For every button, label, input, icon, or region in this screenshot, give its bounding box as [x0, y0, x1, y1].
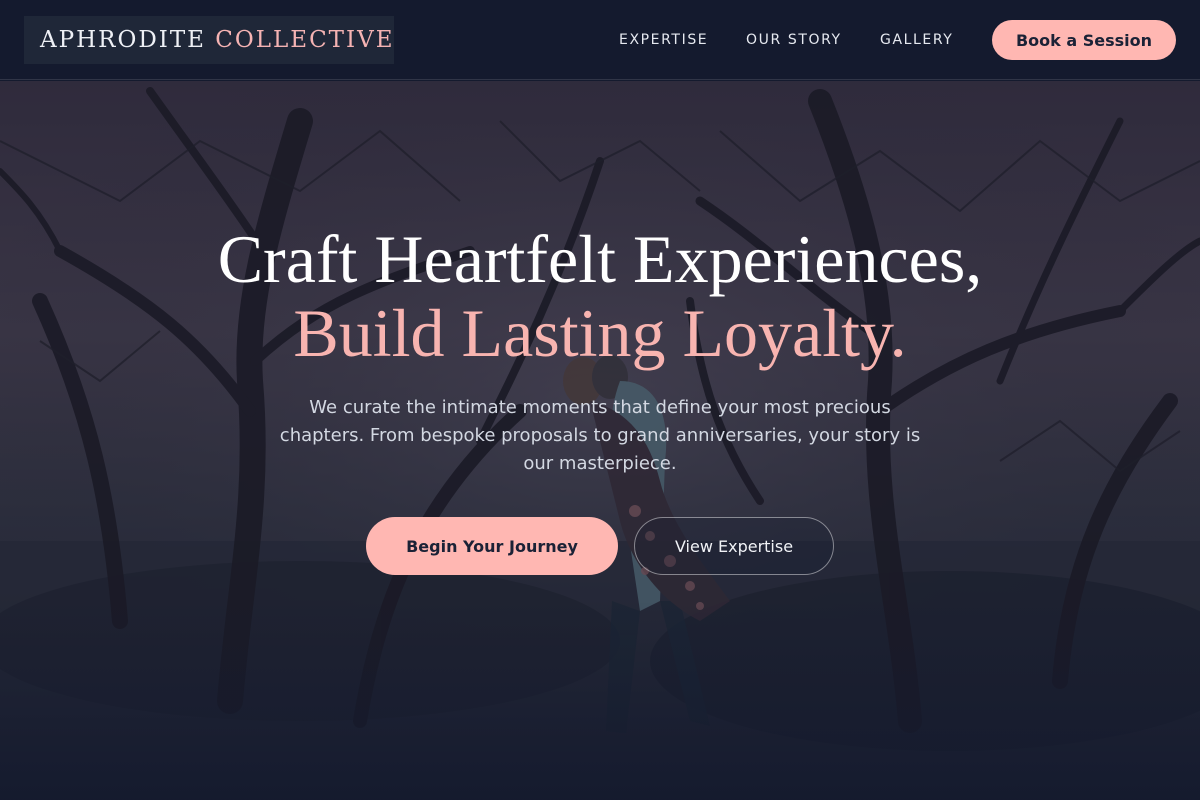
landing-page: APHRODITE COLLECTIVE EXPERTISE OUR STORY…: [0, 0, 1200, 800]
nav-link-expertise[interactable]: EXPERTISE: [619, 30, 708, 50]
hero-headline-line1: Craft Heartfelt Experiences,: [217, 221, 983, 297]
begin-journey-button[interactable]: Begin Your Journey: [366, 517, 618, 575]
nav-link-our-story[interactable]: OUR STORY: [746, 30, 842, 50]
view-expertise-button[interactable]: View Expertise: [634, 517, 834, 575]
top-navigation-bar: APHRODITE COLLECTIVE EXPERTISE OUR STORY…: [0, 0, 1200, 80]
hero-headline: Craft Heartfelt Experiences, Build Lasti…: [0, 222, 1200, 370]
brand-name-part2: COLLECTIVE: [215, 27, 395, 53]
brand-logo[interactable]: APHRODITE COLLECTIVE: [24, 16, 394, 64]
brand-name-part1: APHRODITE: [40, 27, 206, 53]
nav-link-gallery[interactable]: GALLERY: [880, 30, 953, 50]
book-session-button[interactable]: Book a Session: [992, 20, 1176, 60]
hero-headline-line2: Build Lasting Loyalty.: [293, 295, 907, 371]
hero-subtext: We curate the intimate moments that defi…: [279, 397, 921, 474]
